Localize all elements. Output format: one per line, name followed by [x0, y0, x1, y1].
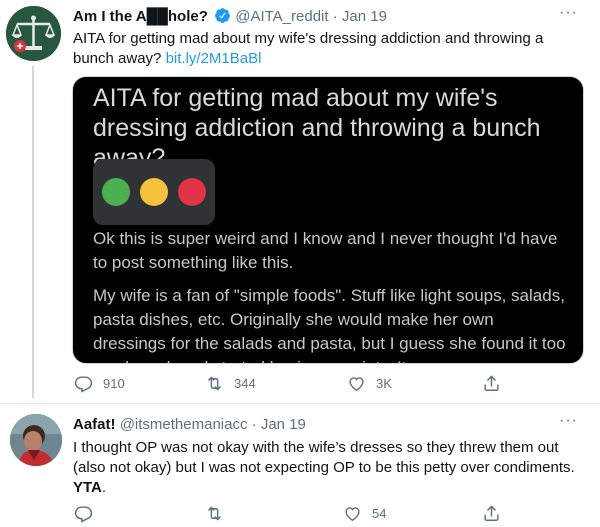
- card-paragraph: Ok this is super weird and I know and I …: [93, 229, 558, 272]
- verified-badge-icon: [214, 7, 231, 30]
- more-horizontal-icon[interactable]: ···: [559, 4, 578, 22]
- tweet-reply-aafat[interactable]: Aafat! @itsmethemaniacc · Jan 19 ··· I t…: [0, 403, 600, 527]
- retweet-count: 344: [234, 375, 256, 391]
- like-count: 3K: [376, 375, 392, 391]
- tweet-text: AITA for getting mad about my wife's dre…: [73, 29, 578, 69]
- avatar-aafat[interactable]: [10, 414, 62, 466]
- yellow-light: [140, 178, 168, 206]
- short-link[interactable]: bit.ly/2M1BaBl: [166, 50, 262, 67]
- separator-dot: ·: [332, 8, 338, 25]
- tweet-text: I thought OP was not okay with the wife’…: [73, 438, 578, 498]
- retweet-button[interactable]: [205, 502, 234, 524]
- reply-button[interactable]: [74, 502, 103, 524]
- tweet-date[interactable]: Jan 19: [342, 8, 387, 25]
- tweet-body: AITA for getting mad about my wife's dre…: [73, 30, 544, 67]
- like-count: 54: [372, 505, 387, 521]
- red-light: [178, 178, 206, 206]
- green-light: [102, 178, 130, 206]
- tweet-body-end: .: [101, 479, 107, 496]
- tweet-body: I thought OP was not okay with the wife’…: [73, 439, 575, 476]
- user-handle[interactable]: @itsmethemaniacc: [120, 416, 248, 433]
- tweet-header: Aafat! @itsmethemaniacc · Jan 19: [73, 415, 306, 435]
- share-button[interactable]: [482, 372, 501, 394]
- display-name[interactable]: Aafat!: [73, 416, 116, 433]
- tweet-actions: 910 344 3K: [0, 372, 600, 394]
- retweet-icon: [208, 376, 221, 390]
- display-name[interactable]: Am I the A██hole?: [73, 8, 208, 25]
- scales-logo-icon: [6, 6, 61, 61]
- profile-photo-icon: [10, 414, 62, 466]
- heart-icon: [345, 506, 360, 521]
- user-handle[interactable]: @AITA_reddit: [235, 8, 328, 25]
- retweet-button[interactable]: 344: [205, 372, 256, 394]
- more-horizontal-icon[interactable]: ···: [559, 412, 578, 430]
- tweet-date[interactable]: Jan 19: [261, 416, 306, 433]
- reply-button[interactable]: 910: [74, 372, 125, 394]
- share-button[interactable]: [482, 502, 501, 524]
- avatar-aita[interactable]: [6, 6, 61, 61]
- retweet-icon: [208, 506, 221, 520]
- tweet-aita[interactable]: Am I the A██hole? @AITA_reddit · Jan 19 …: [0, 0, 600, 403]
- card-paragraph: My wife is a fan of "simple foods". Stuf…: [93, 286, 566, 363]
- share-icon: [484, 505, 499, 521]
- separator-dot: ·: [251, 416, 257, 433]
- tweet-header: Am I the A██hole? @AITA_reddit · Jan 19: [73, 7, 387, 30]
- media-image-card[interactable]: AITA for getting mad about my wife's dre…: [72, 76, 584, 364]
- heart-icon: [349, 376, 364, 391]
- reply-count: 910: [103, 375, 125, 391]
- like-button[interactable]: 3K: [347, 372, 392, 394]
- tweet-actions: 54: [0, 502, 600, 524]
- reply-icon: [74, 505, 93, 523]
- thread-connector-line: [32, 66, 34, 398]
- traffic-light-icon: [93, 159, 215, 225]
- reply-icon: [74, 375, 93, 393]
- tweet-bold-verdict: YTA: [73, 479, 102, 496]
- share-icon: [484, 375, 499, 391]
- like-button[interactable]: 54: [343, 502, 386, 524]
